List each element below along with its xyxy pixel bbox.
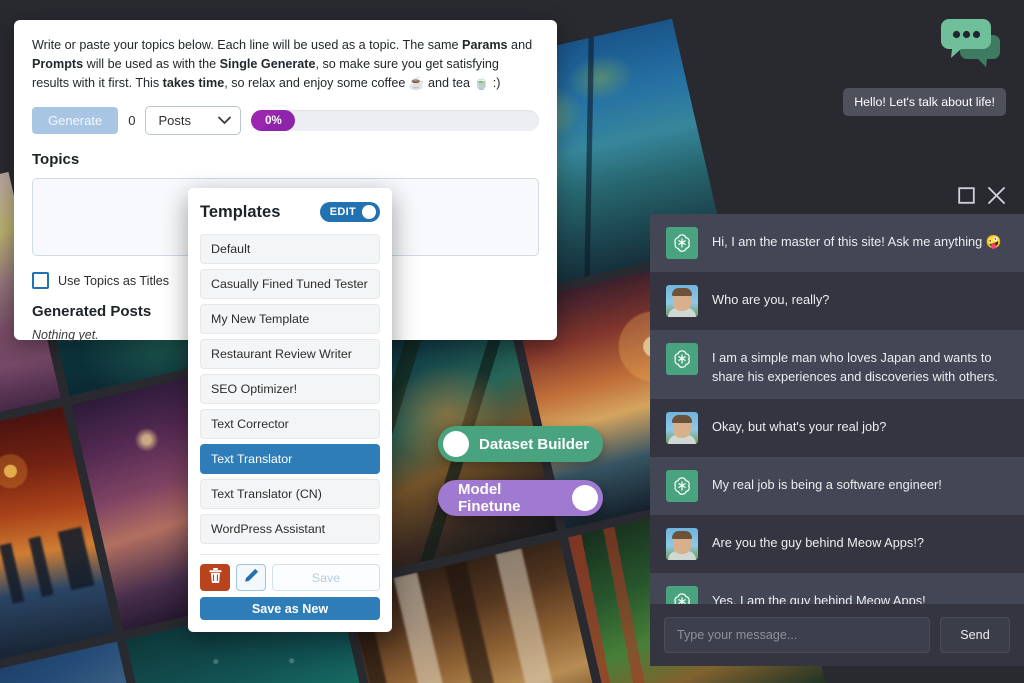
divider <box>200 554 380 555</box>
template-list-item[interactable]: Default <box>200 234 380 264</box>
model-finetune-label: Model Finetune <box>458 481 521 515</box>
generator-controls-row: Generate 0 PostsPagesProducts 0% <box>32 106 539 135</box>
chat-message-bot: I am a simple man who loves Japan and wa… <box>650 330 1024 399</box>
use-topics-as-titles-label: Use Topics as Titles <box>58 273 170 288</box>
openai-logo-icon <box>666 343 698 375</box>
template-list-item[interactable]: Casually Fined Tuned Tester <box>200 269 380 299</box>
chat-composer: Send <box>650 604 1024 666</box>
openai-logo-icon <box>666 227 698 259</box>
maximize-icon[interactable] <box>958 187 975 204</box>
templates-edit-toggle[interactable]: EDIT <box>319 202 380 222</box>
generation-progress-bar: 0% <box>251 110 539 131</box>
templates-list: Default Casually Fined Tuned Tester My New… <box>200 234 380 544</box>
unit-select-wrapper[interactable]: PostsPagesProducts <box>145 106 242 135</box>
save-template-button[interactable]: Save <box>272 564 380 591</box>
use-topics-as-titles-checkbox[interactable] <box>32 272 49 289</box>
toggle-knob <box>572 485 598 511</box>
chat-message-bot: Hi, I am the master of this site! Ask me… <box>650 214 1024 272</box>
chat-bubbles-icon <box>939 19 1005 81</box>
template-list-item[interactable]: WordPress Assistant <box>200 514 380 544</box>
chat-message-text: I am a simple man who loves Japan and wa… <box>712 350 998 384</box>
generate-button[interactable]: Generate <box>32 107 119 134</box>
chat-message-text: Who are you, really? <box>712 292 830 307</box>
model-finetune-toggle[interactable]: Model Finetune <box>438 480 603 516</box>
templates-header: Templates EDIT <box>200 202 380 222</box>
chat-message-text: Hi, I am the master of this site! Ask me… <box>712 234 1002 249</box>
toggle-knob <box>443 431 469 457</box>
user-photo-avatar <box>666 528 698 560</box>
template-list-item[interactable]: Restaurant Review Writer <box>200 339 380 369</box>
template-list-item[interactable]: Text Corrector <box>200 409 380 439</box>
generate-count: 0 <box>128 113 136 128</box>
chat-launcher-button[interactable] <box>939 15 1005 77</box>
user-photo-avatar <box>666 285 698 317</box>
templates-title: Templates <box>200 202 281 221</box>
unit-select[interactable]: PostsPagesProducts <box>145 106 242 135</box>
edit-template-button[interactable] <box>236 564 266 591</box>
toggle-knob <box>362 205 376 219</box>
close-icon[interactable] <box>987 186 1006 205</box>
chat-message-user: Okay, but what's your real job? <box>650 399 1024 457</box>
progress-percent-badge: 0% <box>251 110 296 131</box>
template-list-item[interactable]: SEO Optimizer! <box>200 374 380 404</box>
template-list-item[interactable]: My New Template <box>200 304 380 334</box>
save-as-new-template-button[interactable]: Save as New <box>200 597 380 620</box>
topics-heading: Topics <box>32 151 80 168</box>
chat-window: Hi, I am the master of this site! Ask me… <box>650 214 1024 666</box>
dataset-builder-label: Dataset Builder <box>479 435 590 453</box>
openai-logo-icon <box>666 470 698 502</box>
delete-template-button[interactable] <box>200 564 230 591</box>
chat-message-text: Are you the guy behind Meow Apps!? <box>712 535 924 550</box>
templates-panel: Templates EDIT Default Casually Fined Tun… <box>188 188 392 632</box>
templates-actions: Save <box>200 564 380 591</box>
user-photo-avatar <box>666 412 698 444</box>
chat-greeting-bubble[interactable]: Hello! Let's talk about life! <box>843 88 1006 116</box>
chat-message-user: Who are you, really? <box>650 272 1024 330</box>
chat-message-input[interactable] <box>664 617 930 653</box>
chat-window-controls <box>958 186 1006 205</box>
chat-message-list: Hi, I am the master of this site! Ask me… <box>650 214 1024 631</box>
templates-edit-label: EDIT <box>329 206 356 218</box>
generator-description: Write or paste your topics below. Each l… <box>32 38 533 90</box>
template-list-item[interactable]: Text Translator (CN) <box>200 479 380 509</box>
dataset-builder-toggle[interactable]: Dataset Builder <box>438 426 603 462</box>
chat-message-bot: My real job is being a software engineer… <box>650 457 1024 515</box>
template-list-item[interactable]: Text Translator <box>200 444 380 474</box>
chat-message-text: My real job is being a software engineer… <box>712 477 942 492</box>
app-root: Write or paste your topics below. Each l… <box>0 0 1024 683</box>
trash-icon <box>209 567 222 588</box>
pencil-icon <box>244 568 259 588</box>
chat-message-text: Okay, but what's your real job? <box>712 419 887 434</box>
send-button[interactable]: Send <box>940 617 1010 653</box>
chat-message-user: Are you the guy behind Meow Apps!? <box>650 515 1024 573</box>
